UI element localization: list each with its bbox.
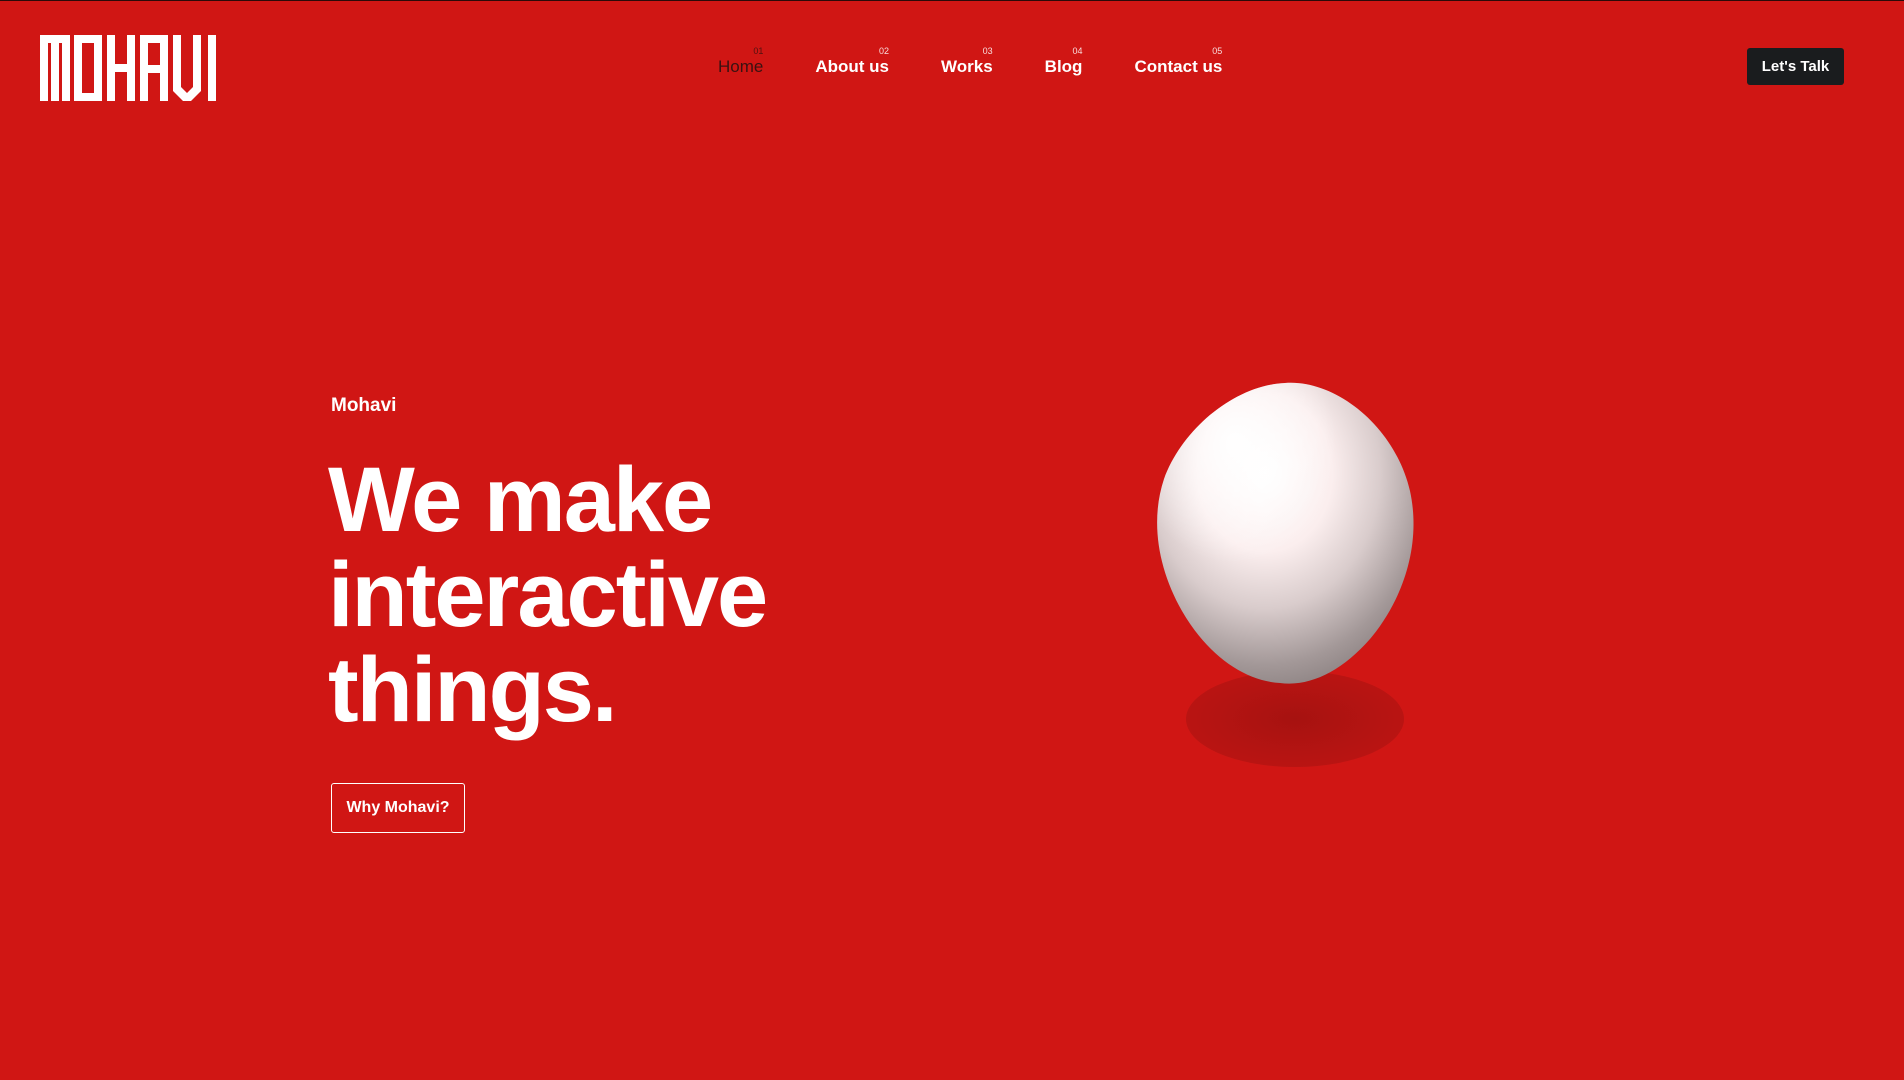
nav-label: Home — [718, 57, 764, 76]
logo-mark — [40, 35, 216, 101]
logo[interactable] — [40, 35, 236, 101]
lets-talk-button[interactable]: Let's Talk — [1747, 48, 1844, 85]
blob-shadow — [1186, 671, 1404, 767]
blob-graphic — [1157, 382, 1414, 767]
nav-number: 02 — [879, 46, 890, 56]
page: 01 Home 02 About us 03 Works 04 Blog 05 … — [0, 0, 1904, 1080]
main-nav: 01 Home 02 About us 03 Works 04 Blog 05 … — [718, 46, 1222, 77]
nav-item-home[interactable]: 01 Home — [718, 46, 763, 77]
nav-item-about-us[interactable]: 02 About us — [815, 46, 889, 77]
nav-label: Contact us — [1134, 57, 1223, 76]
why-mohavi-button[interactable]: Why Mohavi? — [331, 783, 465, 833]
nav-label: Blog — [1044, 57, 1083, 76]
nav-label: Works — [941, 57, 993, 76]
nav-item-contact-us[interactable]: 05 Contact us — [1134, 46, 1222, 77]
hero-headline: We make interactive things. — [328, 453, 848, 738]
nav-number: 05 — [1212, 46, 1223, 56]
nav-item-blog[interactable]: 04 Blog — [1045, 46, 1083, 77]
nav-number: 01 — [753, 46, 764, 56]
nav-number: 03 — [982, 46, 993, 56]
headline-line: interactive — [328, 544, 768, 646]
hero-eyebrow: Mohavi — [331, 395, 397, 416]
nav-label: About us — [815, 57, 890, 76]
headline-line: We make — [328, 449, 713, 551]
headline-line: things. — [328, 639, 618, 741]
hero-3d-blob[interactable] — [1130, 371, 1460, 781]
nav-number: 04 — [1072, 46, 1083, 56]
nav-item-works[interactable]: 03 Works — [941, 46, 993, 77]
